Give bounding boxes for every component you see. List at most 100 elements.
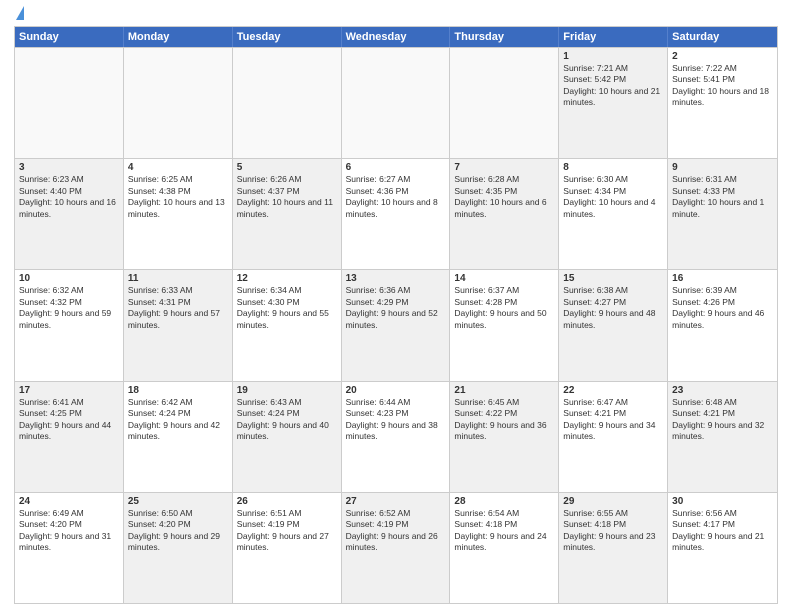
day-info: Sunrise: 7:22 AMSunset: 5:41 PMDaylight:… (672, 63, 773, 109)
day-info: Sunrise: 6:52 AMSunset: 4:19 PMDaylight:… (346, 508, 446, 554)
day-info: Sunrise: 6:42 AMSunset: 4:24 PMDaylight:… (128, 397, 228, 443)
day-number: 24 (19, 496, 119, 507)
day-info: Sunrise: 6:49 AMSunset: 4:20 PMDaylight:… (19, 508, 119, 554)
day-info: Sunrise: 6:44 AMSunset: 4:23 PMDaylight:… (346, 397, 446, 443)
day-number: 1 (563, 51, 663, 62)
calendar-row: 17Sunrise: 6:41 AMSunset: 4:25 PMDayligh… (15, 381, 777, 492)
calendar-header-cell: Monday (124, 27, 233, 47)
calendar-cell: 29Sunrise: 6:55 AMSunset: 4:18 PMDayligh… (559, 493, 668, 603)
calendar-cell: 16Sunrise: 6:39 AMSunset: 4:26 PMDayligh… (668, 270, 777, 380)
calendar-row: 24Sunrise: 6:49 AMSunset: 4:20 PMDayligh… (15, 492, 777, 603)
day-info: Sunrise: 6:33 AMSunset: 4:31 PMDaylight:… (128, 285, 228, 331)
day-info: Sunrise: 6:43 AMSunset: 4:24 PMDaylight:… (237, 397, 337, 443)
calendar-cell: 4Sunrise: 6:25 AMSunset: 4:38 PMDaylight… (124, 159, 233, 269)
day-number: 23 (672, 385, 773, 396)
day-number: 27 (346, 496, 446, 507)
day-info: Sunrise: 6:48 AMSunset: 4:21 PMDaylight:… (672, 397, 773, 443)
calendar-cell: 28Sunrise: 6:54 AMSunset: 4:18 PMDayligh… (450, 493, 559, 603)
calendar-row: 10Sunrise: 6:32 AMSunset: 4:32 PMDayligh… (15, 269, 777, 380)
day-info: Sunrise: 6:27 AMSunset: 4:36 PMDaylight:… (346, 174, 446, 220)
day-number: 2 (672, 51, 773, 62)
day-info: Sunrise: 6:47 AMSunset: 4:21 PMDaylight:… (563, 397, 663, 443)
calendar-cell: 10Sunrise: 6:32 AMSunset: 4:32 PMDayligh… (15, 270, 124, 380)
calendar-header-cell: Thursday (450, 27, 559, 47)
day-info: Sunrise: 6:51 AMSunset: 4:19 PMDaylight:… (237, 508, 337, 554)
day-number: 17 (19, 385, 119, 396)
calendar-header: SundayMondayTuesdayWednesdayThursdayFrid… (15, 27, 777, 47)
calendar-row: 1Sunrise: 7:21 AMSunset: 5:42 PMDaylight… (15, 47, 777, 158)
calendar-cell (450, 48, 559, 158)
logo-triangle-icon (16, 6, 24, 20)
calendar-cell: 1Sunrise: 7:21 AMSunset: 5:42 PMDaylight… (559, 48, 668, 158)
calendar-cell: 14Sunrise: 6:37 AMSunset: 4:28 PMDayligh… (450, 270, 559, 380)
calendar-cell (15, 48, 124, 158)
day-number: 9 (672, 162, 773, 173)
calendar-cell: 22Sunrise: 6:47 AMSunset: 4:21 PMDayligh… (559, 382, 668, 492)
day-info: Sunrise: 6:25 AMSunset: 4:38 PMDaylight:… (128, 174, 228, 220)
calendar-cell: 13Sunrise: 6:36 AMSunset: 4:29 PMDayligh… (342, 270, 451, 380)
calendar-cell: 5Sunrise: 6:26 AMSunset: 4:37 PMDaylight… (233, 159, 342, 269)
day-number: 5 (237, 162, 337, 173)
day-number: 4 (128, 162, 228, 173)
calendar-cell: 23Sunrise: 6:48 AMSunset: 4:21 PMDayligh… (668, 382, 777, 492)
day-number: 29 (563, 496, 663, 507)
calendar-cell: 6Sunrise: 6:27 AMSunset: 4:36 PMDaylight… (342, 159, 451, 269)
calendar-cell: 19Sunrise: 6:43 AMSunset: 4:24 PMDayligh… (233, 382, 342, 492)
day-info: Sunrise: 6:39 AMSunset: 4:26 PMDaylight:… (672, 285, 773, 331)
day-number: 20 (346, 385, 446, 396)
day-number: 6 (346, 162, 446, 173)
day-number: 26 (237, 496, 337, 507)
day-info: Sunrise: 6:30 AMSunset: 4:34 PMDaylight:… (563, 174, 663, 220)
day-info: Sunrise: 6:55 AMSunset: 4:18 PMDaylight:… (563, 508, 663, 554)
calendar-header-cell: Friday (559, 27, 668, 47)
day-info: Sunrise: 6:50 AMSunset: 4:20 PMDaylight:… (128, 508, 228, 554)
calendar-cell: 18Sunrise: 6:42 AMSunset: 4:24 PMDayligh… (124, 382, 233, 492)
calendar-cell: 27Sunrise: 6:52 AMSunset: 4:19 PMDayligh… (342, 493, 451, 603)
day-number: 30 (672, 496, 773, 507)
day-info: Sunrise: 6:26 AMSunset: 4:37 PMDaylight:… (237, 174, 337, 220)
day-number: 8 (563, 162, 663, 173)
calendar-cell (124, 48, 233, 158)
day-number: 13 (346, 273, 446, 284)
calendar-cell: 11Sunrise: 6:33 AMSunset: 4:31 PMDayligh… (124, 270, 233, 380)
day-number: 3 (19, 162, 119, 173)
day-info: Sunrise: 6:54 AMSunset: 4:18 PMDaylight:… (454, 508, 554, 554)
calendar-cell: 30Sunrise: 6:56 AMSunset: 4:17 PMDayligh… (668, 493, 777, 603)
logo (14, 10, 24, 20)
calendar-cell: 3Sunrise: 6:23 AMSunset: 4:40 PMDaylight… (15, 159, 124, 269)
calendar-cell: 20Sunrise: 6:44 AMSunset: 4:23 PMDayligh… (342, 382, 451, 492)
calendar-cell: 17Sunrise: 6:41 AMSunset: 4:25 PMDayligh… (15, 382, 124, 492)
calendar-cell: 15Sunrise: 6:38 AMSunset: 4:27 PMDayligh… (559, 270, 668, 380)
day-info: Sunrise: 6:31 AMSunset: 4:33 PMDaylight:… (672, 174, 773, 220)
day-info: Sunrise: 6:45 AMSunset: 4:22 PMDaylight:… (454, 397, 554, 443)
day-number: 11 (128, 273, 228, 284)
calendar-header-cell: Wednesday (342, 27, 451, 47)
day-number: 22 (563, 385, 663, 396)
calendar-cell: 9Sunrise: 6:31 AMSunset: 4:33 PMDaylight… (668, 159, 777, 269)
header (14, 10, 778, 20)
day-info: Sunrise: 6:38 AMSunset: 4:27 PMDaylight:… (563, 285, 663, 331)
day-info: Sunrise: 6:28 AMSunset: 4:35 PMDaylight:… (454, 174, 554, 220)
day-info: Sunrise: 6:36 AMSunset: 4:29 PMDaylight:… (346, 285, 446, 331)
day-number: 12 (237, 273, 337, 284)
calendar-header-cell: Sunday (15, 27, 124, 47)
calendar: SundayMondayTuesdayWednesdayThursdayFrid… (14, 26, 778, 604)
calendar-body: 1Sunrise: 7:21 AMSunset: 5:42 PMDaylight… (15, 47, 777, 603)
calendar-cell (342, 48, 451, 158)
calendar-cell: 7Sunrise: 6:28 AMSunset: 4:35 PMDaylight… (450, 159, 559, 269)
day-number: 18 (128, 385, 228, 396)
day-number: 7 (454, 162, 554, 173)
calendar-header-cell: Saturday (668, 27, 777, 47)
page: SundayMondayTuesdayWednesdayThursdayFrid… (0, 0, 792, 612)
day-info: Sunrise: 7:21 AMSunset: 5:42 PMDaylight:… (563, 63, 663, 109)
calendar-row: 3Sunrise: 6:23 AMSunset: 4:40 PMDaylight… (15, 158, 777, 269)
calendar-header-cell: Tuesday (233, 27, 342, 47)
calendar-cell: 2Sunrise: 7:22 AMSunset: 5:41 PMDaylight… (668, 48, 777, 158)
calendar-cell: 24Sunrise: 6:49 AMSunset: 4:20 PMDayligh… (15, 493, 124, 603)
day-info: Sunrise: 6:37 AMSunset: 4:28 PMDaylight:… (454, 285, 554, 331)
day-number: 15 (563, 273, 663, 284)
calendar-cell: 8Sunrise: 6:30 AMSunset: 4:34 PMDaylight… (559, 159, 668, 269)
calendar-cell: 12Sunrise: 6:34 AMSunset: 4:30 PMDayligh… (233, 270, 342, 380)
day-number: 19 (237, 385, 337, 396)
calendar-cell: 25Sunrise: 6:50 AMSunset: 4:20 PMDayligh… (124, 493, 233, 603)
